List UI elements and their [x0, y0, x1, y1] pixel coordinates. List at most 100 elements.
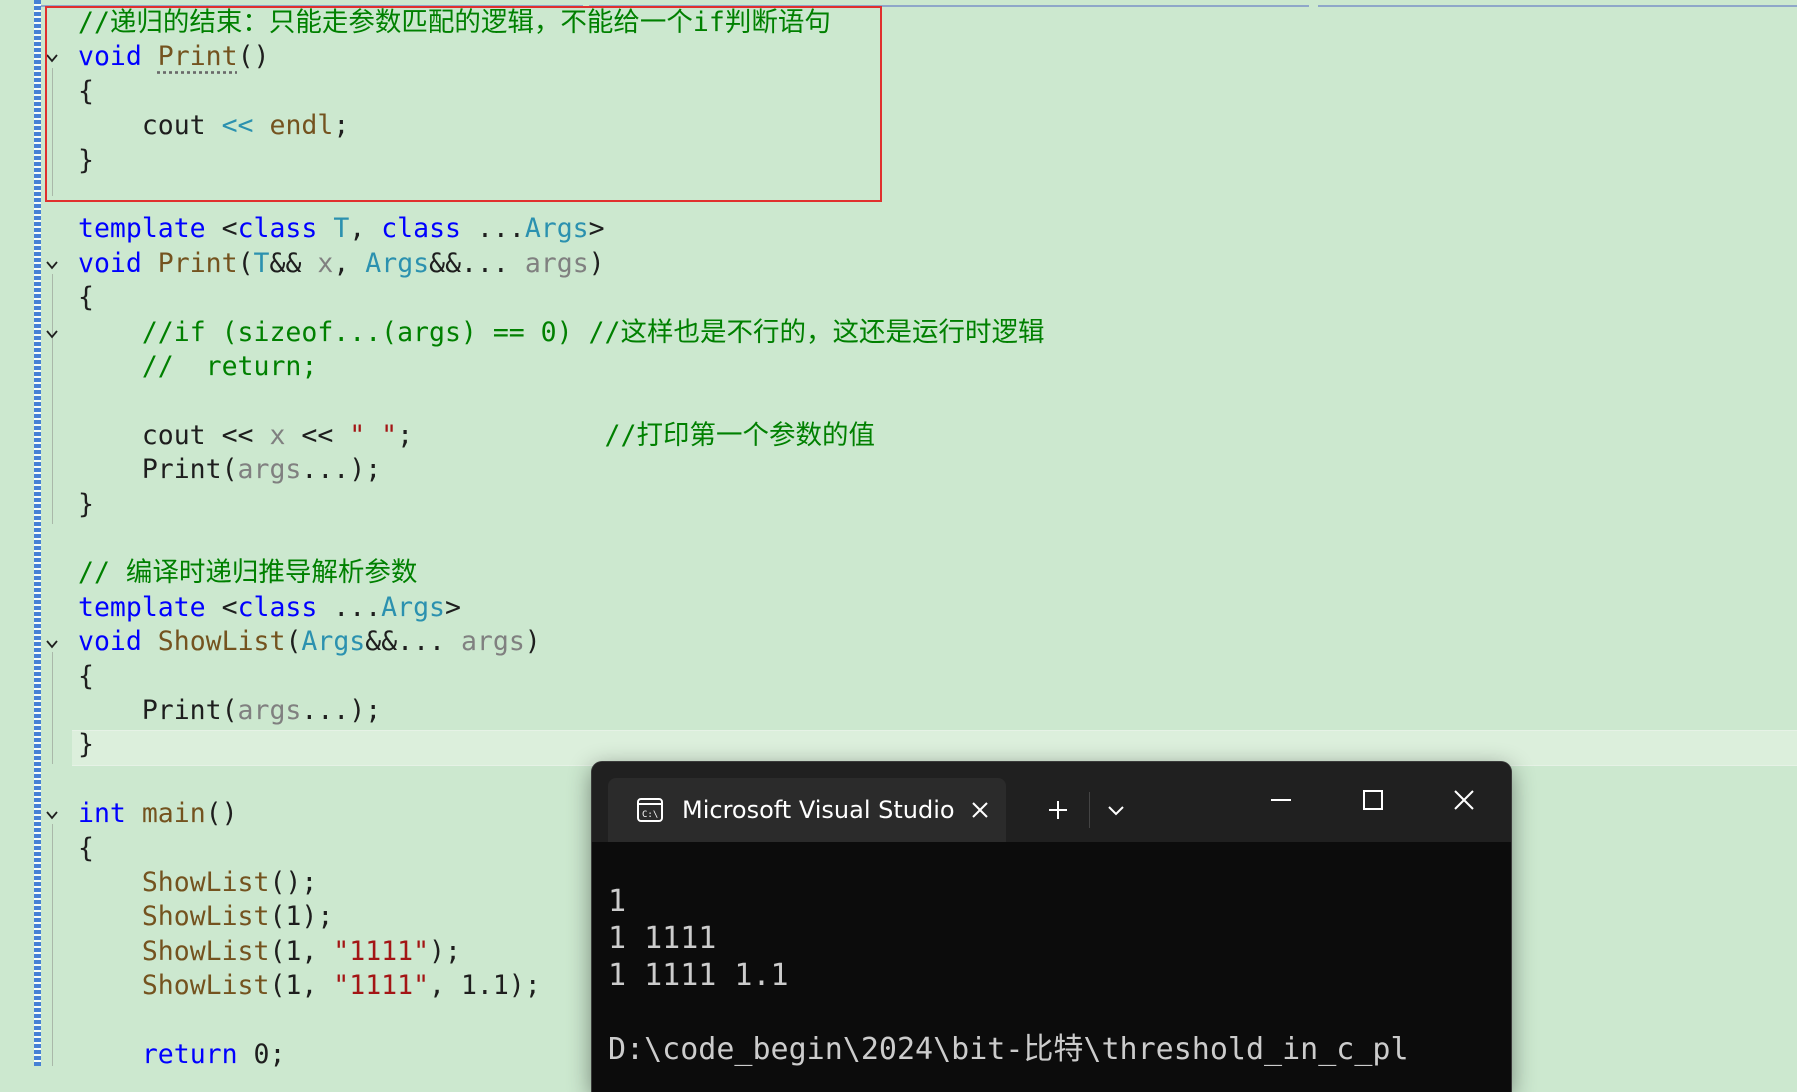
code-line[interactable]: // return;: [78, 350, 318, 384]
code-token: <: [205, 591, 238, 623]
code-line[interactable]: Print(args...);: [78, 453, 381, 487]
code-token: &&: [269, 247, 318, 279]
tab-dropdown-chevron-icon[interactable]: [1100, 794, 1132, 826]
code-token: &&...: [365, 626, 461, 658]
code-token: cout <<: [78, 419, 270, 451]
terminal-window[interactable]: C:\ Microsoft Visual Studio 11 1111 1 111…: [592, 762, 1511, 1092]
code-token: ...: [317, 591, 382, 623]
code-token: Print(: [78, 454, 238, 486]
code-token: ,: [349, 213, 382, 245]
terminal-tab-title: Microsoft Visual Studio: [682, 796, 955, 824]
code-token: 0;: [237, 1039, 286, 1070]
code-token: (1);: [269, 901, 334, 933]
code-line[interactable]: Print(args...);: [78, 694, 381, 728]
code-token: main: [141, 798, 206, 830]
code-token: }: [78, 729, 94, 761]
terminal-output-line: 1: [608, 884, 627, 919]
maximize-icon[interactable]: [1357, 784, 1389, 816]
code-token: args: [460, 626, 525, 658]
code-token: "1111": [333, 970, 430, 1002]
code-line[interactable]: ShowList();: [78, 866, 318, 900]
code-token: ...: [460, 213, 525, 245]
code-token: >: [588, 213, 605, 245]
code-line[interactable]: template <class ...Args>: [78, 591, 461, 625]
code-token: x: [317, 247, 334, 279]
code-line[interactable]: template <class T, class ...Args>: [78, 212, 605, 246]
code-line[interactable]: ShowList(1, "1111", 1.1);: [78, 969, 541, 1003]
code-token: ): [588, 247, 605, 279]
code-token: T: [253, 247, 270, 279]
code-token: int: [78, 798, 126, 830]
code-line[interactable]: int main(): [78, 797, 238, 831]
code-token: args: [237, 454, 302, 486]
code-token: template: [78, 591, 206, 623]
close-tab-icon[interactable]: [966, 796, 994, 824]
code-token: Args: [381, 591, 445, 623]
code-token: class: [237, 213, 318, 245]
terminal-cmd-icon: C:\: [636, 796, 664, 824]
terminal-tab[interactable]: C:\ Microsoft Visual Studio: [608, 778, 1006, 842]
code-token: //打印第一个参数的值: [604, 419, 875, 451]
highlight-annotation-box: [45, 6, 882, 202]
code-token: return: [141, 1039, 238, 1070]
terminal-titlebar[interactable]: C:\ Microsoft Visual Studio: [592, 762, 1511, 842]
code-token: x: [269, 419, 286, 451]
code-line[interactable]: {: [78, 832, 94, 866]
code-line[interactable]: return 0;: [78, 1038, 286, 1072]
code-line[interactable]: void ShowList(Args&&... args): [78, 625, 541, 659]
code-line[interactable]: // 编译时递归推导解析参数: [78, 556, 417, 590]
code-line[interactable]: ShowList(1, "1111");: [78, 935, 461, 969]
terminal-output[interactable]: 11 1111 1 1111 1.1 D:\code_begin\2024\bit-…: [592, 842, 1511, 1092]
code-token: void: [78, 247, 142, 279]
code-token: <: [205, 213, 238, 245]
code-token: // return;: [141, 351, 318, 382]
titlebar-divider: [1089, 792, 1090, 828]
code-token: void: [78, 626, 142, 658]
code-line[interactable]: //if (sizeof...(args) == 0) //这样也是不行的，这还…: [78, 316, 1045, 350]
code-token: ;: [397, 419, 605, 451]
code-token: {: [78, 660, 94, 692]
code-line[interactable]: cout << x << " "; //打印第一个参数的值: [78, 419, 875, 453]
code-token: " ": [349, 419, 398, 451]
code-token: template: [78, 213, 206, 245]
code-token: (): [205, 798, 238, 830]
code-line[interactable]: {: [78, 660, 94, 694]
terminal-output-line: D:\code_begin\2024\bit-比特\threshold_in_c…: [608, 1032, 1409, 1067]
code-token: ...);: [301, 454, 382, 486]
code-token: "1111": [333, 935, 430, 967]
code-token: ShowList: [141, 867, 270, 898]
code-token: Print: [157, 247, 238, 279]
code-token: (1,: [269, 935, 334, 967]
svg-text:C:\: C:\: [642, 810, 658, 820]
code-token: ();: [269, 867, 318, 898]
code-line[interactable]: {: [78, 281, 94, 315]
code-token: {: [78, 832, 94, 864]
code-token: (: [285, 626, 302, 658]
new-tab-plus-icon[interactable]: [1042, 794, 1074, 826]
code-token: T: [333, 213, 350, 245]
terminal-output-line: 1 1111: [608, 921, 717, 956]
code-token: ...);: [301, 695, 382, 726]
code-token: class: [237, 591, 318, 623]
minimize-icon[interactable]: [1265, 784, 1297, 816]
code-line[interactable]: }: [78, 728, 94, 762]
code-token: &&...: [429, 247, 525, 279]
code-line[interactable]: ShowList(1);: [78, 900, 333, 934]
code-line[interactable]: }: [78, 488, 94, 522]
code-token: >: [445, 591, 461, 623]
close-window-icon[interactable]: [1448, 784, 1480, 816]
code-token: {: [78, 282, 94, 314]
code-token: (1,: [269, 970, 334, 1002]
code-line[interactable]: void Print(T&& x, Args&&... args): [78, 247, 605, 281]
code-token: (: [237, 247, 254, 279]
code-token: args: [237, 695, 302, 726]
